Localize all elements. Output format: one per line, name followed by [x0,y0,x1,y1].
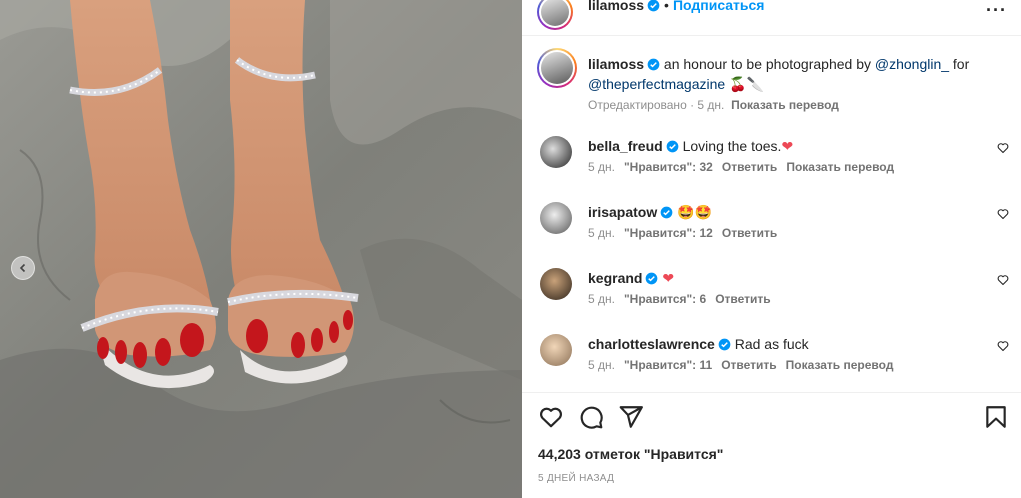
commenter-avatar[interactable] [540,136,572,168]
comment-text: irisapatow 🤩🤩 [588,202,712,223]
bookmark-icon[interactable] [983,404,1009,430]
comment-item: charlotteslawrence Rad as fuck 5 дн. "Нра… [522,334,1021,390]
caption-emojis: 🍒🔪 [729,77,764,93]
caption-username[interactable]: lilamoss [588,56,644,72]
translate-button[interactable]: Показать перевод [786,358,894,372]
comment-meta: 5 дн. "Нравится": 6 Ответить [588,292,780,306]
verified-badge-icon [666,140,679,153]
comment-emoji: ❤ [781,139,794,155]
edited-time: 5 дн. [697,98,725,112]
commenter-avatar[interactable] [540,268,572,300]
comment-item: bella_freud Loving the toes.❤ 5 дн. "Нрав… [522,136,1021,192]
comment-likes[interactable]: "Нравится": 32 [624,160,713,174]
photo-image [0,0,522,498]
reply-button[interactable]: Ответить [722,160,777,174]
like-comment-heart-icon[interactable] [997,340,1009,352]
caption-text-middle: for [949,56,970,72]
caption-meta: Отредактировано · 5 дн. Показать перевод [588,98,839,112]
verified-badge-icon [647,0,660,12]
post-actions [522,404,1021,432]
like-comment-heart-icon[interactable] [997,142,1009,154]
actions-divider [522,392,1021,393]
commenter-avatar[interactable] [540,334,572,366]
carousel-prev-button[interactable] [11,256,35,280]
like-comment-heart-icon[interactable] [997,274,1009,286]
comment-meta: 5 дн. "Нравится": 11 Ответить Показать пере… [588,358,902,372]
author-avatar[interactable] [537,0,573,30]
post-details-panel: lilamoss • Подписаться ··· lilamoss an hon… [522,0,1021,498]
verified-badge-icon [660,206,673,219]
comment-emoji: 🤩🤩 [677,205,713,221]
likes-suffix: отметок "Нравится" [584,446,724,462]
verified-badge-icon [646,272,658,285]
post-header: lilamoss • Подписаться ··· [522,0,1021,36]
comment-time: 5 дн. [588,292,615,306]
verified-badge-icon [647,58,660,71]
caption-text: lilamoss an honour to be photographed by… [588,54,988,95]
share-icon[interactable] [618,404,644,430]
chevron-left-icon [19,263,26,273]
likes-count: 44,203 [538,446,581,462]
reply-button[interactable]: Ответить [721,358,776,372]
comment-text: bella_freud Loving the toes.❤ [588,136,793,157]
mention-link[interactable]: @theperfectmagazine [588,76,725,92]
comment-meta: 5 дн. "Нравится": 32 Ответить Показать пере… [588,160,903,174]
comment-emoji: ❤ [662,271,675,287]
likes-summary[interactable]: 44,203 отметок "Нравится" [538,446,723,462]
comment-likes[interactable]: "Нравится": 6 [624,292,706,306]
comment-text: charlotteslawrence Rad as fuck [588,334,809,354]
comment-icon[interactable] [578,404,604,430]
separator-dot: • [664,0,669,13]
author-username[interactable]: lilamoss [588,0,644,13]
comment-likes[interactable]: "Нравится": 12 [624,226,713,240]
edited-label: Отредактировано [588,98,687,112]
comment-likes[interactable]: "Нравится": 11 [624,358,712,372]
like-comment-heart-icon[interactable] [997,208,1009,220]
post-timestamp[interactable]: 5 дней назад [538,473,614,484]
comment-body: Loving the toes. [682,138,782,154]
comment-meta: 5 дн. "Нравится": 12 Ответить [588,226,786,240]
comment-username[interactable]: charlotteslawrence [588,336,715,352]
comment-time: 5 дн. [588,358,615,372]
caption-text-before: an honour to be photographed by [663,56,875,72]
reply-button[interactable]: Ответить [722,226,777,240]
comment-username[interactable]: bella_freud [588,138,663,154]
translate-button[interactable]: Показать перевод [731,98,839,112]
comment-text: kegrand ❤ [588,268,674,289]
comment-item: irisapatow 🤩🤩 5 дн. "Нравится": 12 Ответит… [522,202,1021,258]
caption-author-avatar[interactable] [537,48,577,88]
translate-button[interactable]: Показать перевод [786,160,894,174]
comment-body: Rad as fuck [734,336,809,352]
follow-button[interactable]: Подписаться [673,0,765,13]
comment-username[interactable]: irisapatow [588,204,657,220]
verified-badge-icon [718,338,731,351]
reply-button[interactable]: Ответить [715,292,770,306]
more-options-button[interactable]: ··· [986,0,1007,21]
mention-link[interactable]: @zhonglin_ [875,56,949,72]
heart-icon[interactable] [538,404,564,430]
commenter-avatar[interactable] [540,202,572,234]
comment-time: 5 дн. [588,160,615,174]
comment-time: 5 дн. [588,226,615,240]
post-photo[interactable] [0,0,522,498]
comment-username[interactable]: kegrand [588,270,642,286]
comment-item: kegrand ❤ 5 дн. "Нравится": 6 Ответить [522,268,1021,324]
